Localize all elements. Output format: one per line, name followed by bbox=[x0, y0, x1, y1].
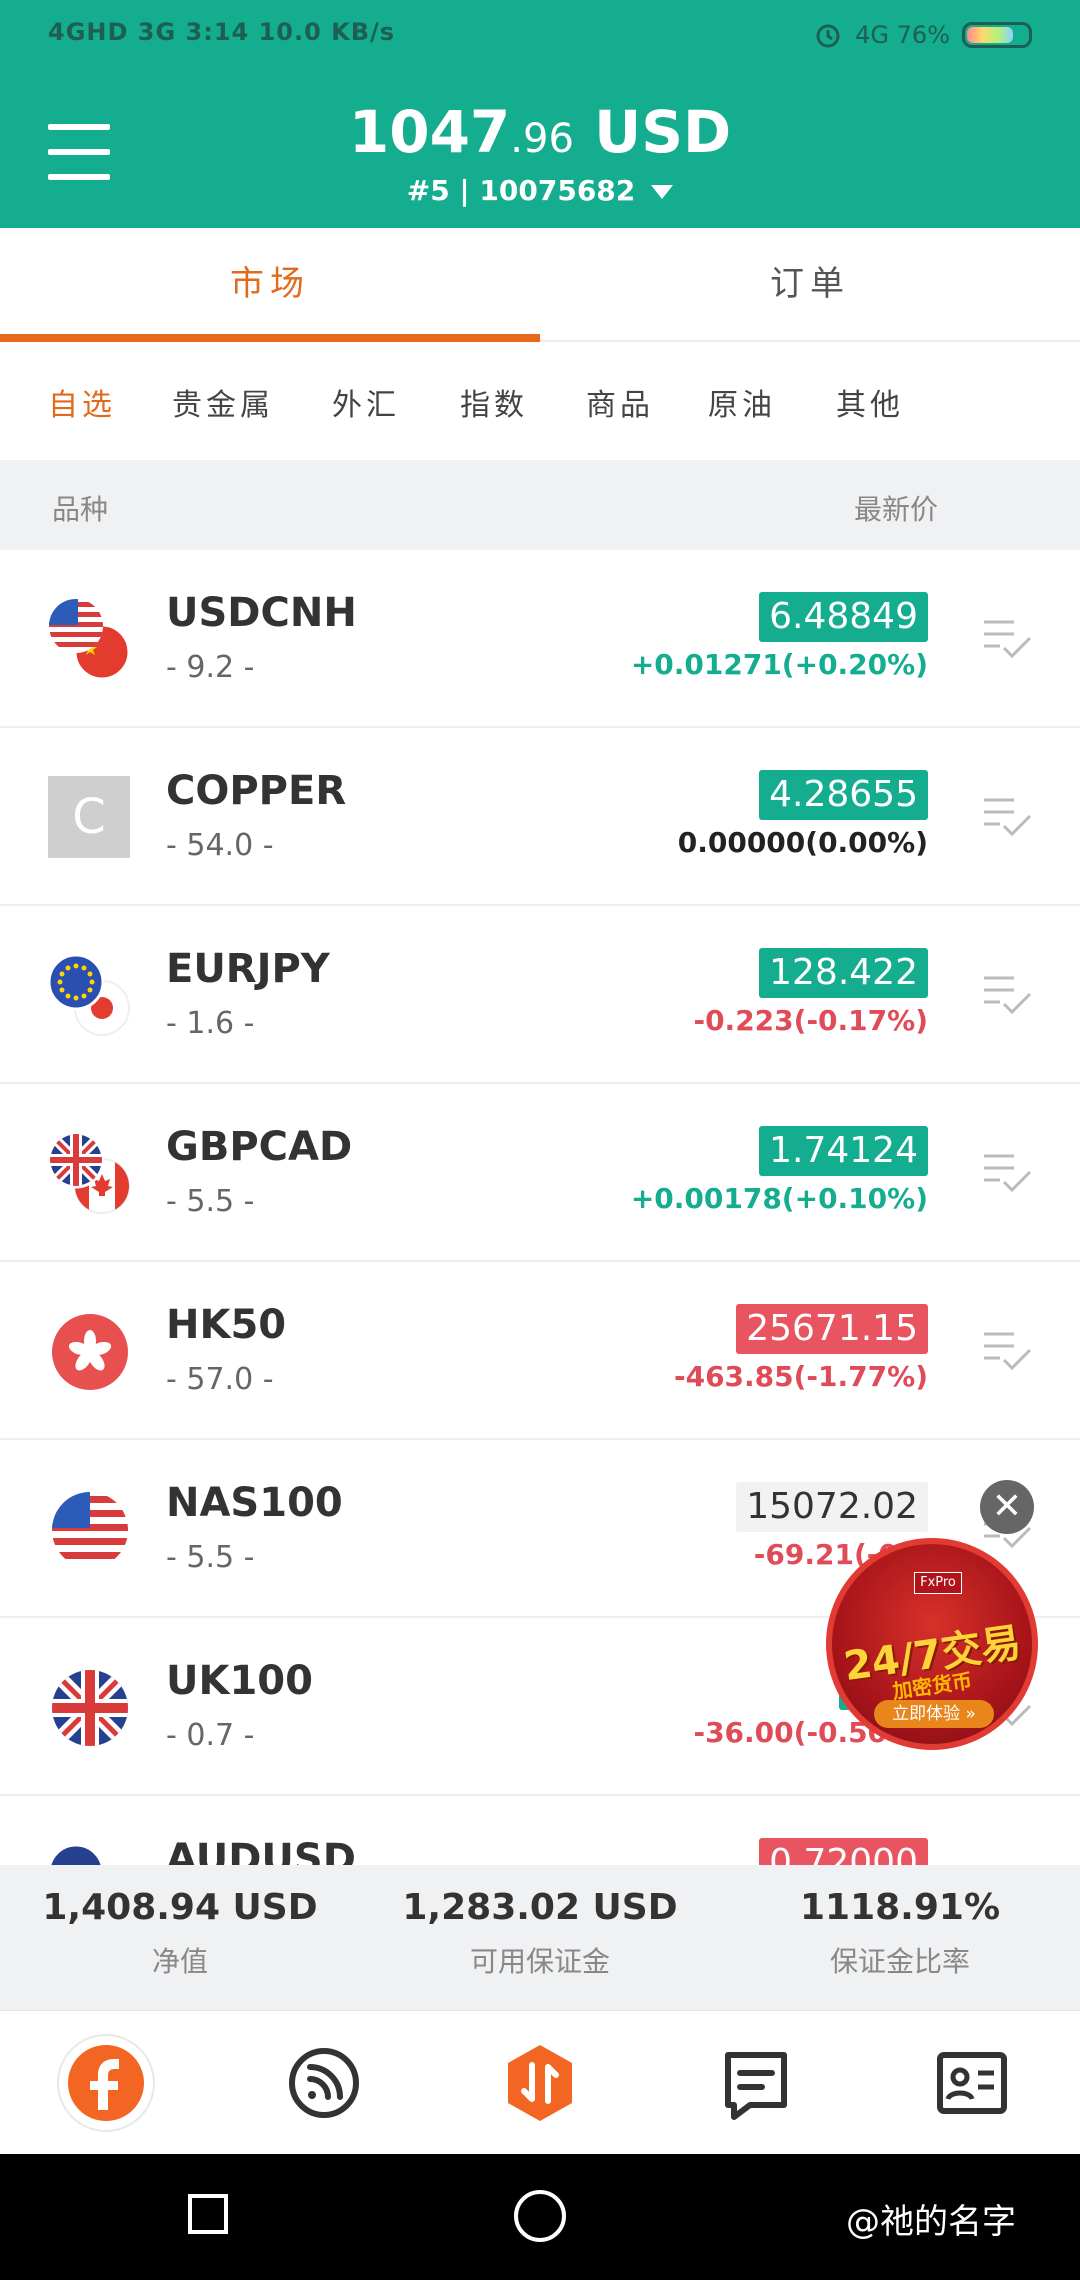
order-list-icon[interactable] bbox=[982, 616, 1032, 660]
summary-equity: 1,408.94 USD 净值 bbox=[0, 1887, 360, 1980]
ad-cta-button[interactable]: 立即体验 » bbox=[874, 1700, 994, 1728]
price-change: -463.85(-1.77%) bbox=[673, 1360, 928, 1393]
spread: - 5.5 - bbox=[166, 1184, 255, 1219]
app-header: 4GHD 3G 3:14 10.0 KB/s 4G 76% 1047.96 US… bbox=[0, 0, 1080, 228]
account-balance: 1047.96 USD bbox=[0, 98, 1080, 166]
equity-value: 1,408.94 USD bbox=[42, 1887, 318, 1928]
category-tabs: 自选 贵金属 外汇 指数 商品 原油 其他 bbox=[0, 342, 1080, 460]
alarm-icon bbox=[816, 24, 840, 48]
category-crude-oil[interactable]: 原油 bbox=[708, 380, 776, 424]
quote-row-audusd[interactable]: AUDUSD 0.72000 bbox=[0, 1796, 1080, 1865]
latest-price: 15072.02 bbox=[736, 1482, 928, 1532]
symbol-name: HK50 bbox=[166, 1302, 287, 1348]
equity-label: 净值 bbox=[151, 1945, 208, 1978]
spread: - 1.6 - bbox=[166, 1006, 255, 1041]
price-change: +0.01271(+0.20%) bbox=[630, 648, 928, 681]
column-header: 品种 最新价 bbox=[0, 460, 1080, 550]
column-latest-price: 最新价 bbox=[853, 493, 938, 526]
promo-ad-bubble[interactable]: FxPro 24/7交易 加密货币 立即体验 » bbox=[826, 1538, 1038, 1750]
balance-currency: USD bbox=[594, 98, 732, 166]
battery-icon bbox=[962, 22, 1032, 48]
active-tab-indicator bbox=[0, 334, 540, 342]
symbol-name: NAS100 bbox=[166, 1480, 343, 1526]
margin-level-label: 保证金比率 bbox=[829, 1945, 970, 1978]
category-commodities[interactable]: 商品 bbox=[586, 380, 654, 424]
quote-row-gbpcad[interactable]: GBPCAD - 5.5 - 1.74124 +0.00178(+0.10%) bbox=[0, 1084, 1080, 1262]
symbol-name: AUDUSD bbox=[166, 1836, 356, 1865]
caret-down-icon bbox=[651, 185, 674, 199]
order-list-icon[interactable] bbox=[982, 1150, 1032, 1194]
hong-kong-flag-icon bbox=[52, 1314, 128, 1390]
summary-free-margin: 1,283.02 USD 可用保证金 bbox=[360, 1887, 720, 1980]
category-watchlist[interactable]: 自选 bbox=[48, 380, 116, 424]
ad-brand: FxPro bbox=[914, 1572, 962, 1594]
margin-level-value: 1118.91% bbox=[799, 1887, 1001, 1928]
order-list-icon[interactable] bbox=[982, 972, 1032, 1016]
symbol-name: USDCNH bbox=[166, 590, 357, 636]
latest-price: 25671.15 bbox=[736, 1304, 928, 1354]
aud-usd-flag-icon bbox=[48, 1844, 104, 1865]
spread: - 54.0 - bbox=[166, 828, 274, 863]
latest-price: 4.28655 bbox=[759, 770, 928, 820]
main-tabs: 市场 订单 bbox=[0, 228, 1080, 342]
spread: - 5.5 - bbox=[166, 1540, 255, 1575]
profile-card-icon[interactable] bbox=[922, 2033, 1022, 2133]
quote-row-copper[interactable]: C COPPER - 54.0 - 4.28655 0.00000(0.00%) bbox=[0, 728, 1080, 906]
copper-letter-icon: C bbox=[48, 776, 130, 858]
category-indices[interactable]: 指数 bbox=[460, 380, 528, 424]
eur-jpy-flag-icon bbox=[48, 954, 130, 1036]
price-change: +0.00178(+0.10%) bbox=[630, 1182, 928, 1215]
latest-price: 128.422 bbox=[759, 948, 928, 998]
status-bar-left: 4GHD 3G 3:14 10.0 KB/s bbox=[48, 18, 396, 46]
order-list-icon[interactable] bbox=[982, 794, 1032, 838]
category-forex[interactable]: 外汇 bbox=[332, 380, 400, 424]
latest-price: 6.48849 bbox=[759, 592, 928, 642]
price-change: 0.00000(0.00%) bbox=[677, 826, 928, 859]
account-number: #5 | 10075682 bbox=[406, 174, 636, 207]
uk-flag-icon bbox=[52, 1670, 128, 1746]
recent-apps-button[interactable] bbox=[188, 2194, 228, 2234]
symbol-name: UK100 bbox=[166, 1658, 313, 1704]
free-margin-value: 1,283.02 USD bbox=[402, 1887, 678, 1928]
spread: - 9.2 - bbox=[166, 650, 255, 685]
messages-icon[interactable] bbox=[706, 2033, 806, 2133]
system-navigation-bar: @祂的名字 bbox=[0, 2154, 1080, 2280]
balance-integer: 1047 bbox=[348, 98, 511, 166]
price-change: -0.223(-0.17%) bbox=[693, 1004, 928, 1037]
latest-price: 1.74124 bbox=[759, 1126, 928, 1176]
account-summary: 1,408.94 USD 净值 1,283.02 USD 可用保证金 1118.… bbox=[0, 1865, 1080, 2010]
free-margin-label: 可用保证金 bbox=[469, 1945, 610, 1978]
usd-cnh-flag-icon bbox=[49, 599, 131, 681]
tab-orders[interactable]: 订单 bbox=[540, 228, 1080, 340]
watermark: @祂的名字 bbox=[846, 2202, 1016, 2242]
symbol-name: GBPCAD bbox=[166, 1124, 353, 1170]
gbp-cad-flag-icon bbox=[48, 1132, 130, 1214]
home-button[interactable] bbox=[514, 2190, 566, 2242]
close-ad-icon[interactable]: ✕ bbox=[980, 1480, 1034, 1534]
balance-decimal: .96 bbox=[510, 116, 574, 162]
account-selector[interactable]: #5 | 10075682 bbox=[0, 174, 1080, 207]
status-bar-right: 4G 76% bbox=[813, 20, 1032, 50]
symbol-name: EURJPY bbox=[166, 946, 330, 992]
column-symbol: 品种 bbox=[52, 493, 109, 526]
quote-row-eurjpy[interactable]: EURJPY - 1.6 - 128.422 -0.223(-0.17%) bbox=[0, 906, 1080, 1084]
quote-row-usdcnh[interactable]: USDCNH - 9.2 - 6.48849 +0.01271(+0.20%) bbox=[0, 550, 1080, 728]
category-precious-metals[interactable]: 贵金属 bbox=[172, 380, 274, 424]
trade-icon[interactable] bbox=[490, 2033, 590, 2133]
signal-battery-text: 4G 76% bbox=[855, 21, 950, 49]
fxpro-logo-icon[interactable] bbox=[56, 2033, 156, 2133]
tab-market[interactable]: 市场 bbox=[0, 228, 540, 340]
latest-price: 0.72000 bbox=[759, 1838, 928, 1865]
symbol-name: COPPER bbox=[166, 768, 347, 814]
category-other[interactable]: 其他 bbox=[836, 380, 904, 424]
spread: - 0.7 - bbox=[166, 1718, 255, 1753]
feed-icon[interactable] bbox=[274, 2033, 374, 2133]
order-list-icon[interactable] bbox=[982, 1328, 1032, 1372]
us-flag-icon bbox=[52, 1492, 128, 1568]
spread: - 57.0 - bbox=[166, 1362, 274, 1397]
status-bar: 4GHD 3G 3:14 10.0 KB/s 4G 76% bbox=[0, 0, 1080, 80]
summary-margin-level: 1118.91% 保证金比率 bbox=[720, 1887, 1080, 1980]
quote-row-hk50[interactable]: HK50 - 57.0 - 25671.15 -463.85(-1.77%) bbox=[0, 1262, 1080, 1440]
bottom-nav bbox=[0, 2010, 1080, 2155]
